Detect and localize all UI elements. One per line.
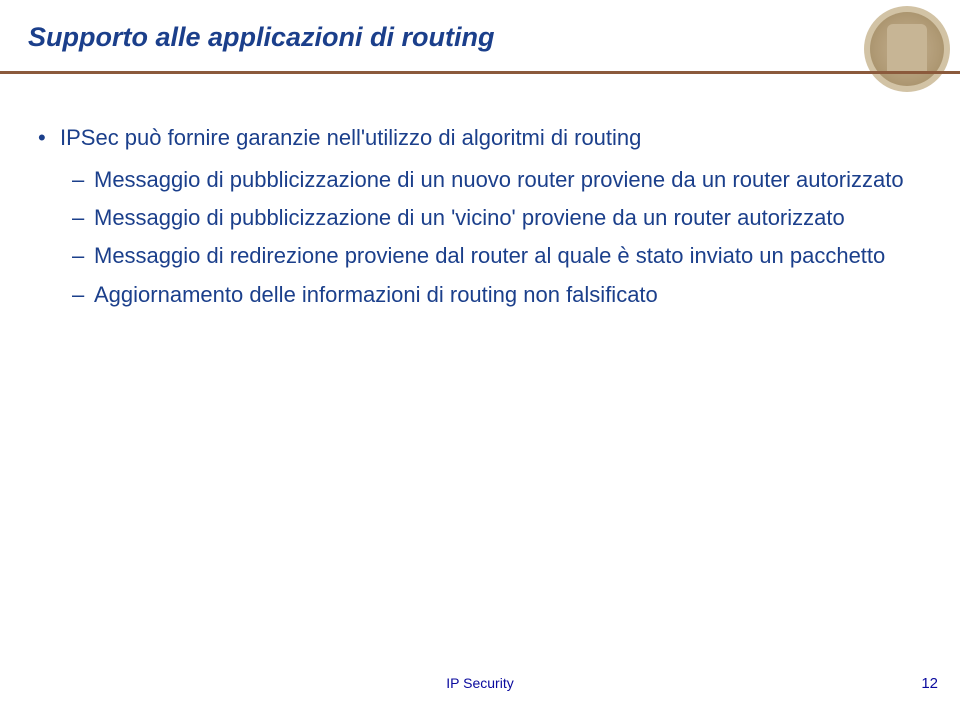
content-area: IPSec può fornire garanzie nell'utilizzo…: [28, 123, 932, 310]
bullet-text: Messaggio di redirezione proviene dal ro…: [94, 243, 885, 268]
list-item: IPSec può fornire garanzie nell'utilizzo…: [34, 123, 932, 310]
divider-wrap: [28, 71, 932, 77]
bullet-text: Messaggio di pubblicizzazione di un 'vic…: [94, 205, 845, 230]
university-seal-logo: [864, 6, 950, 92]
bullet-text: IPSec può fornire garanzie nell'utilizzo…: [60, 125, 641, 150]
list-item: Aggiornamento delle informazioni di rout…: [60, 280, 932, 310]
seal-figure: [887, 24, 927, 74]
bullet-text: Aggiornamento delle informazioni di rout…: [94, 282, 658, 307]
title-divider: [0, 71, 960, 74]
bullet-text: Messaggio di pubblicizzazione di un nuov…: [94, 167, 904, 192]
slide: Supporto alle applicazioni di routing IP…: [0, 0, 960, 705]
footer-text: IP Security: [0, 675, 960, 691]
bullet-list-level1: IPSec può fornire garanzie nell'utilizzo…: [34, 123, 932, 310]
list-item: Messaggio di pubblicizzazione di un nuov…: [60, 165, 932, 195]
page-number: 12: [921, 675, 938, 692]
list-item: Messaggio di pubblicizzazione di un 'vic…: [60, 203, 932, 233]
slide-title: Supporto alle applicazioni di routing: [28, 22, 932, 53]
bullet-list-level2: Messaggio di pubblicizzazione di un nuov…: [60, 165, 932, 310]
list-item: Messaggio di redirezione proviene dal ro…: [60, 241, 932, 271]
